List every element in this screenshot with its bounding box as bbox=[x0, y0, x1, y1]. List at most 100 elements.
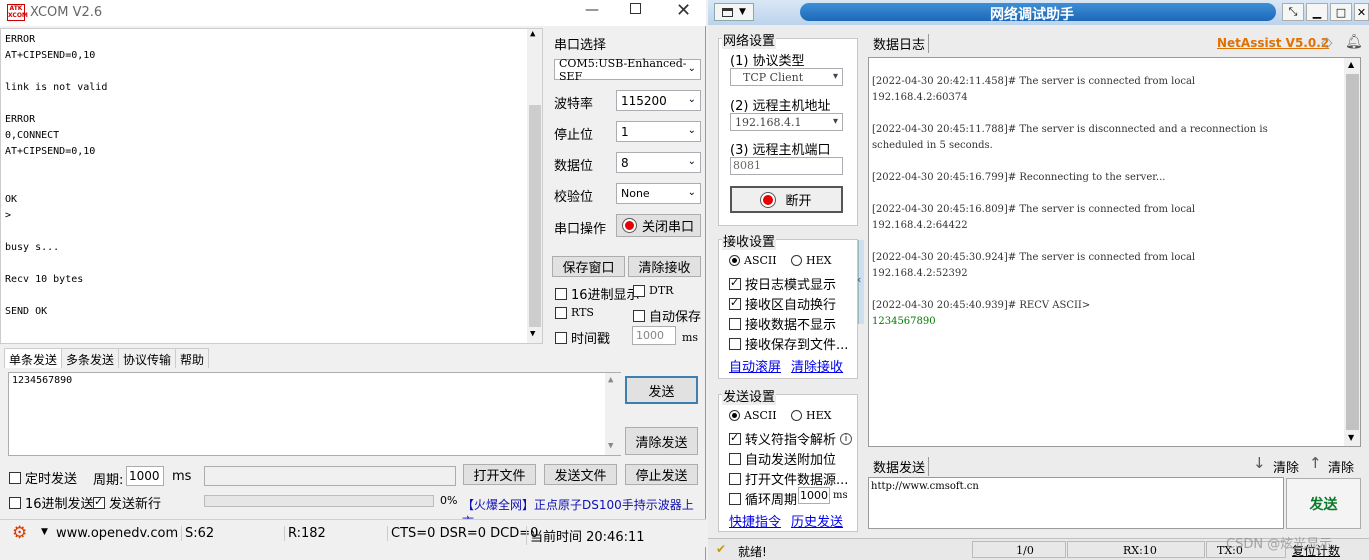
close-icon[interactable]: ✕ bbox=[1354, 3, 1369, 21]
send-newline-option[interactable]: 发送新行 bbox=[93, 493, 161, 512]
stop-send-button[interactable]: 停止发送 bbox=[625, 464, 698, 485]
auto-append-checkbox[interactable] bbox=[729, 452, 741, 465]
timestamp-option[interactable]: 时间戳 bbox=[555, 328, 610, 347]
scroll-up-icon[interactable]: ▲ bbox=[530, 29, 535, 39]
rts-checkbox[interactable] bbox=[555, 306, 567, 319]
rts-option[interactable]: RTS bbox=[555, 306, 594, 319]
escape-checkbox[interactable] bbox=[729, 431, 741, 445]
period-input[interactable]: 1000 bbox=[126, 466, 164, 486]
recv-ascii-radio[interactable] bbox=[729, 255, 740, 266]
dtr-checkbox[interactable] bbox=[633, 284, 645, 297]
diamond-icon[interactable]: ◇ bbox=[1321, 33, 1333, 51]
databit-select[interactable]: 8 ⌄ bbox=[616, 152, 701, 173]
tab-2[interactable]: 协议传输 bbox=[118, 348, 177, 368]
escape-option[interactable]: 转义符指令解析i bbox=[729, 429, 853, 448]
status-url[interactable]: www.openedv.com bbox=[56, 526, 178, 541]
restore-icon[interactable]: ⤡ bbox=[1282, 3, 1304, 21]
xcom-scrollbar[interactable]: ▲ ▼ bbox=[527, 29, 542, 343]
clear-down-arrow-icon[interactable]: ↓ bbox=[1253, 454, 1266, 472]
protocol-select[interactable]: TCP Client ▾ bbox=[730, 68, 843, 86]
timed-send-checkbox[interactable] bbox=[9, 471, 21, 484]
scroll-down-icon[interactable]: ▼ bbox=[1348, 433, 1354, 442]
timed-send-option[interactable]: 定时发送 bbox=[9, 468, 77, 487]
loop-period-checkbox[interactable] bbox=[729, 492, 741, 505]
stopbit-select[interactable]: 1 ⌄ bbox=[616, 121, 701, 142]
timestamp-checkbox[interactable] bbox=[555, 331, 567, 344]
dtr-option[interactable]: DTR bbox=[633, 284, 673, 297]
no-display-checkbox[interactable] bbox=[729, 317, 741, 330]
open-file-source-checkbox[interactable] bbox=[729, 472, 741, 485]
send-newline-checkbox[interactable] bbox=[93, 495, 105, 509]
scroll-thumb[interactable] bbox=[1346, 74, 1359, 430]
net-send-button[interactable]: 发送 bbox=[1286, 478, 1361, 529]
scroll-up-icon[interactable]: ▲ bbox=[608, 375, 613, 385]
send-hex-option[interactable]: HEX bbox=[791, 409, 831, 422]
scroll-down-icon[interactable]: ▼ bbox=[608, 441, 613, 451]
file-path-input[interactable] bbox=[204, 466, 456, 486]
clear-send-link-1[interactable]: 清除 bbox=[1273, 457, 1299, 476]
recv-hex-option[interactable]: HEX bbox=[791, 254, 831, 267]
maximize-icon[interactable]: □ bbox=[1330, 3, 1352, 21]
data-log-area[interactable]: [2022-04-30 20:42:11.458]# The server is… bbox=[868, 57, 1361, 447]
dropdown-arrow-icon[interactable]: ▼ bbox=[41, 527, 48, 537]
xcom-send-input[interactable]: 1234567890 ▲ ▼ bbox=[8, 372, 621, 456]
save-window-button[interactable]: 保存窗口 bbox=[552, 256, 625, 277]
net-clear-recv-link[interactable]: 清除接收 bbox=[791, 356, 843, 375]
data-send-tab[interactable]: 数据发送 bbox=[870, 457, 930, 476]
collapse-arrow-icon[interactable]: ‹ bbox=[857, 273, 861, 286]
baud-select[interactable]: 115200 ⌄ bbox=[616, 90, 701, 111]
maximize-icon[interactable] bbox=[630, 3, 641, 14]
tab-3[interactable]: 帮助 bbox=[175, 348, 210, 368]
tab-1[interactable]: 多条发送 bbox=[61, 348, 120, 368]
recv-ascii-option[interactable]: ASCII bbox=[729, 254, 777, 267]
disconnect-button[interactable]: 断开 bbox=[730, 186, 843, 213]
brand-link[interactable]: NetAssist V5.0.2 bbox=[1217, 36, 1329, 50]
port-select[interactable]: COM5:USB-Enhanced-SEF ⌄ bbox=[554, 57, 701, 83]
info-icon[interactable]: i bbox=[840, 432, 853, 445]
send-hex-radio[interactable] bbox=[791, 410, 802, 421]
save-to-file-checkbox[interactable] bbox=[729, 337, 741, 350]
minimize-icon[interactable]: ▁ bbox=[1306, 3, 1328, 21]
auto-append-option[interactable]: 自动发送附加位 bbox=[729, 449, 836, 468]
close-icon[interactable]: ✕ bbox=[676, 0, 691, 21]
hex-display-option[interactable]: 16进制显示 bbox=[555, 284, 640, 303]
hex-display-checkbox[interactable] bbox=[555, 287, 567, 300]
clear-recv-button[interactable]: 清除接收 bbox=[628, 256, 701, 277]
log-mode-option[interactable]: 按日志模式显示 bbox=[729, 274, 836, 293]
scroll-thumb[interactable] bbox=[529, 105, 541, 327]
minimize-icon[interactable]: — bbox=[585, 2, 599, 18]
close-port-button[interactable]: 关闭串口 bbox=[616, 214, 701, 237]
xcom-send-button[interactable]: 发送 bbox=[625, 376, 698, 404]
save-to-file-option[interactable]: 接收保存到文件... bbox=[729, 334, 848, 353]
send-ascii-radio[interactable] bbox=[729, 410, 740, 421]
net-send-input[interactable]: http://www.cmsoft.cn bbox=[868, 477, 1284, 529]
remote-host-select[interactable]: 192.168.4.1 ▾ bbox=[730, 113, 843, 131]
hex-send-checkbox[interactable] bbox=[9, 496, 21, 509]
history-link[interactable]: 历史发送 bbox=[791, 511, 843, 530]
send-scrollbar[interactable]: ▲ ▼ bbox=[605, 373, 621, 455]
auto-save-checkbox[interactable] bbox=[633, 309, 645, 322]
bell-icon[interactable]: 🔔︎ bbox=[1345, 34, 1363, 50]
tab-0[interactable]: 单条发送 bbox=[4, 348, 63, 368]
hex-send-option[interactable]: 16进制发送 bbox=[9, 493, 94, 512]
auto-scroll-link[interactable]: 自动滚屏 bbox=[729, 356, 781, 375]
xcom-receive-area[interactable]: ERROR AT+CIPSEND=0,10 link is not valid ERR… bbox=[0, 28, 543, 344]
recv-hex-radio[interactable] bbox=[791, 255, 802, 266]
open-file-source-option[interactable]: 打开文件数据源... bbox=[729, 469, 848, 488]
auto-wrap-checkbox[interactable] bbox=[729, 296, 741, 310]
data-log-tab[interactable]: 数据日志 bbox=[870, 34, 930, 53]
system-menu-button[interactable]: ▼ bbox=[714, 3, 754, 21]
shortcut-link[interactable]: 快捷指令 bbox=[729, 511, 781, 530]
timestamp-input[interactable]: 1000 bbox=[632, 326, 676, 345]
parity-select[interactable]: None ⌄ bbox=[616, 183, 701, 204]
scroll-up-icon[interactable]: ▲ bbox=[1348, 60, 1354, 69]
loop-period-option[interactable]: 循环周期 bbox=[729, 489, 797, 508]
send-file-button[interactable]: 发送文件 bbox=[544, 464, 617, 485]
log-mode-checkbox[interactable] bbox=[729, 276, 741, 290]
scroll-down-icon[interactable]: ▼ bbox=[530, 329, 535, 339]
no-display-option[interactable]: 接收数据不显示 bbox=[729, 314, 836, 333]
auto-save-option[interactable]: 自动保存 bbox=[633, 306, 701, 325]
log-scrollbar[interactable]: ▲ ▼ bbox=[1344, 58, 1360, 446]
clear-up-arrow-icon[interactable]: ↑ bbox=[1309, 454, 1322, 472]
clear-send-button[interactable]: 清除发送 bbox=[625, 427, 698, 455]
